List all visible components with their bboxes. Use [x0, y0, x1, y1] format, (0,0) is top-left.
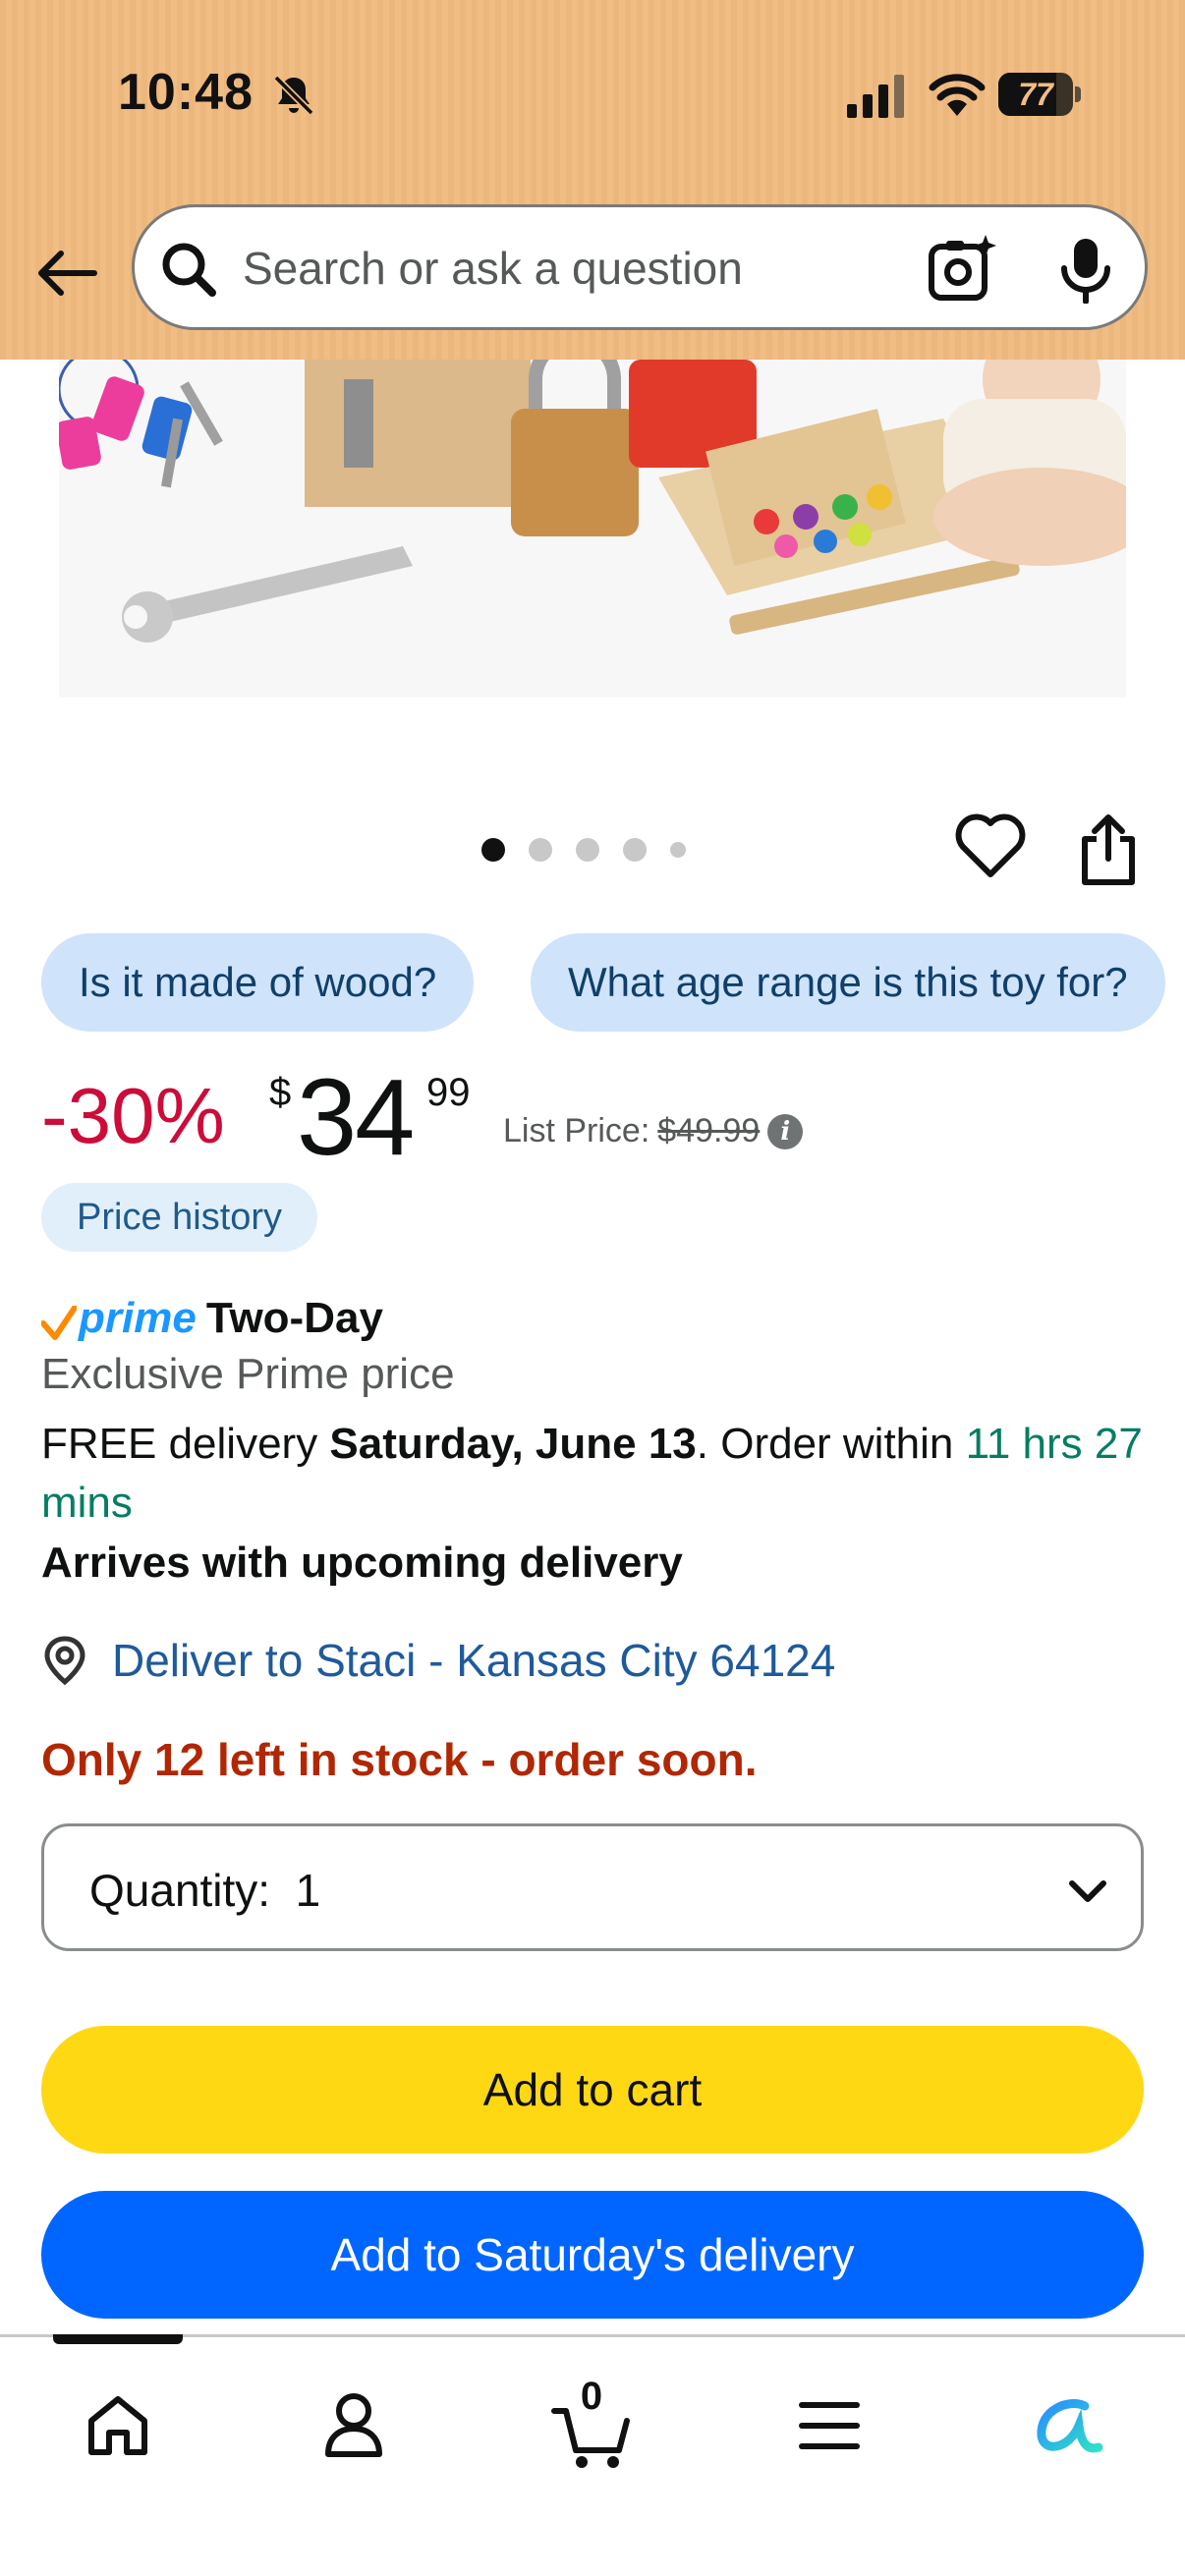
- search-input[interactable]: [243, 231, 1009, 306]
- nav-menu[interactable]: [782, 2379, 876, 2473]
- camera-lens-icon[interactable]: [927, 233, 997, 304]
- add-to-cart-button[interactable]: Add to cart: [41, 2026, 1144, 2154]
- active-tab-indicator: [53, 2334, 183, 2344]
- carousel-dot[interactable]: [576, 838, 599, 862]
- discount-percent: -30%: [41, 1072, 225, 1159]
- account-icon: [325, 2393, 382, 2457]
- menu-icon: [799, 2402, 860, 2449]
- product-image[interactable]: [59, 360, 1126, 698]
- quantity-label-text: Quantity:: [89, 1865, 271, 1916]
- price-fraction: 99: [426, 1071, 471, 1114]
- list-price: List Price: $49.99 i: [503, 1112, 804, 1150]
- cart-count: 0: [580, 2375, 603, 2418]
- delivery-date: Saturday, June 13: [329, 1420, 697, 1468]
- nav-account[interactable]: [307, 2379, 401, 2473]
- arrives-note: Arrives with upcoming delivery: [41, 1539, 683, 1587]
- carousel-dot[interactable]: [481, 838, 505, 862]
- add-to-saturday-delivery-button[interactable]: Add to Saturday's delivery: [41, 2191, 1144, 2319]
- question-chip-wood[interactable]: Is it made of wood?: [41, 933, 475, 1032]
- price-history-button[interactable]: Price history: [41, 1183, 318, 1252]
- quantity-label: Quantity: 1: [89, 1864, 320, 1917]
- back-button[interactable]: [29, 236, 104, 310]
- back-arrow-icon: [38, 251, 97, 296]
- prime-delivery-speed: Two-Day: [205, 1294, 383, 1342]
- deliver-to-address[interactable]: Deliver to Staci - Kansas City 64124: [112, 1634, 835, 1687]
- list-price-value: $49.99: [657, 1112, 761, 1149]
- search-icon: [162, 243, 216, 297]
- question-chip-age-range[interactable]: What age range is this toy for?: [531, 933, 1165, 1032]
- price-whole: 34: [297, 1057, 415, 1178]
- wifi-icon: [929, 74, 986, 116]
- delivery-message: FREE delivery Saturday, June 13. Order w…: [41, 1415, 1152, 1533]
- home-icon: [88, 2396, 147, 2455]
- header-bar: 10:48 77: [0, 0, 1185, 360]
- list-price-label: List Price:: [503, 1112, 650, 1149]
- stock-warning: Only 12 left in stock - order soon.: [41, 1734, 758, 1785]
- prime-logo: prime: [79, 1294, 197, 1342]
- carousel-dot[interactable]: [529, 838, 552, 862]
- cellular-signal-icon: [847, 75, 904, 118]
- question-chips: Is it made of wood? What age range is th…: [41, 933, 1185, 1032]
- location-pin-icon: [44, 1636, 85, 1686]
- image-carousel-dots[interactable]: [481, 837, 686, 863]
- deliver-to-link[interactable]: Deliver to Staci - Kansas City 64124: [41, 1631, 835, 1690]
- info-icon[interactable]: i: [767, 1113, 804, 1149]
- prime-badge: prime Two-Day: [41, 1291, 383, 1346]
- nav-rufus[interactable]: [1020, 2379, 1114, 2473]
- order-within-text: . Order within: [696, 1420, 966, 1468]
- prime-check-icon: [41, 1306, 77, 1340]
- status-time: 10:48: [118, 64, 254, 121]
- exclusive-prime-price: Exclusive Prime price: [41, 1350, 455, 1398]
- bottom-nav: 0: [0, 2334, 1185, 2576]
- battery-percent: 77: [1018, 77, 1053, 112]
- product-photo: [59, 360, 1126, 698]
- status-bar: 10:48 77: [0, 0, 1185, 187]
- bell-slash-icon: [273, 75, 314, 116]
- quantity-value: 1: [295, 1865, 321, 1916]
- microphone-icon[interactable]: [1054, 237, 1117, 304]
- nav-home[interactable]: [71, 2379, 165, 2473]
- nav-cart[interactable]: 0: [544, 2375, 639, 2473]
- chevron-down-icon: [1069, 1880, 1106, 1902]
- heart-icon[interactable]: [955, 812, 1026, 882]
- free-delivery-text: FREE delivery: [41, 1420, 318, 1468]
- rufus-ai-icon: [1037, 2399, 1103, 2453]
- price-currency: $: [269, 1071, 292, 1114]
- search-bar[interactable]: [132, 204, 1148, 330]
- carousel-dot[interactable]: [670, 842, 686, 858]
- battery-icon: 77: [998, 73, 1081, 116]
- quantity-select[interactable]: Quantity: 1: [41, 1823, 1144, 1951]
- carousel-dot[interactable]: [623, 838, 647, 862]
- share-icon[interactable]: [1075, 812, 1142, 886]
